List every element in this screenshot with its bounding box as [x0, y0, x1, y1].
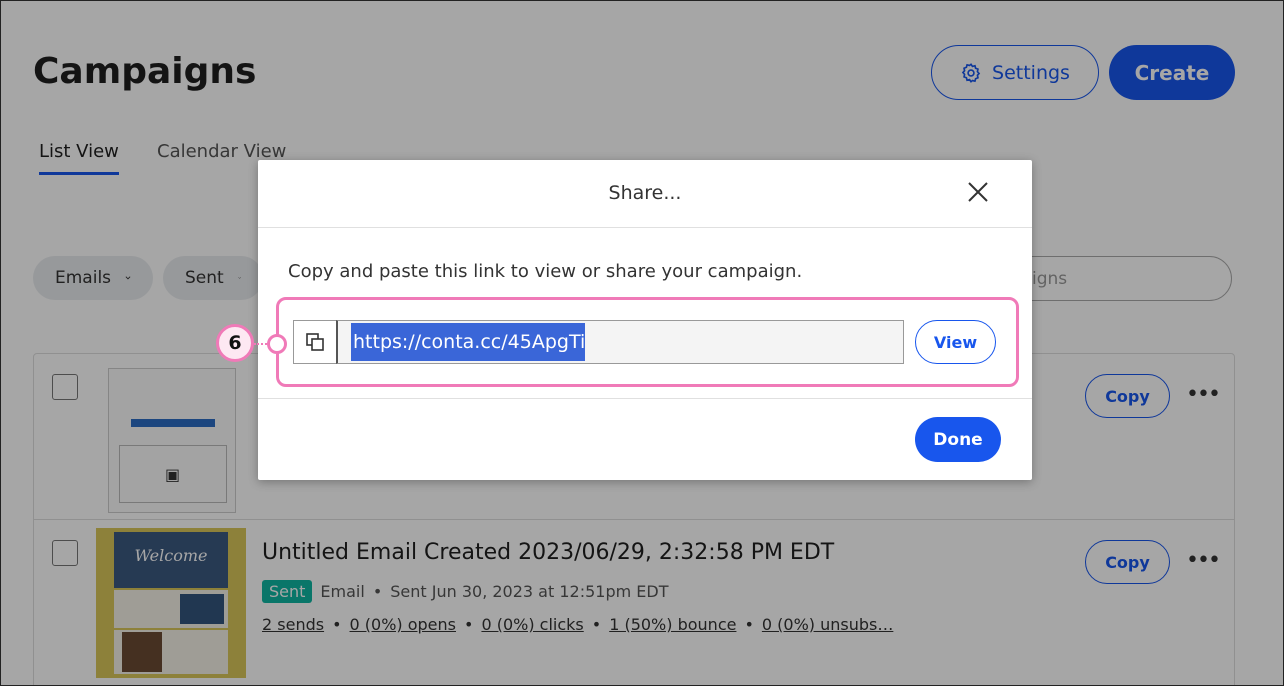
close-icon[interactable]	[965, 179, 991, 205]
dialog-title: Share...	[608, 182, 682, 204]
copy-link-button[interactable]	[293, 320, 337, 364]
dialog-divider	[258, 398, 1032, 399]
share-url-text: https://conta.cc/45ApgTi	[351, 323, 586, 361]
app-window: Campaigns Settings Create List View Cale…	[0, 0, 1284, 686]
copy-icon	[306, 333, 324, 351]
dialog-description: Copy and paste this link to view or shar…	[288, 261, 803, 282]
callout-pointer-dot	[267, 334, 287, 354]
share-url-input[interactable]: https://conta.cc/45ApgTi	[336, 320, 904, 364]
dialog-header: Share...	[258, 160, 1032, 228]
done-button[interactable]: Done	[915, 417, 1001, 462]
view-button[interactable]: View	[915, 320, 996, 364]
step-number-badge: 6	[216, 324, 254, 362]
share-dialog: Share... Copy and paste this link to vie…	[258, 160, 1032, 480]
